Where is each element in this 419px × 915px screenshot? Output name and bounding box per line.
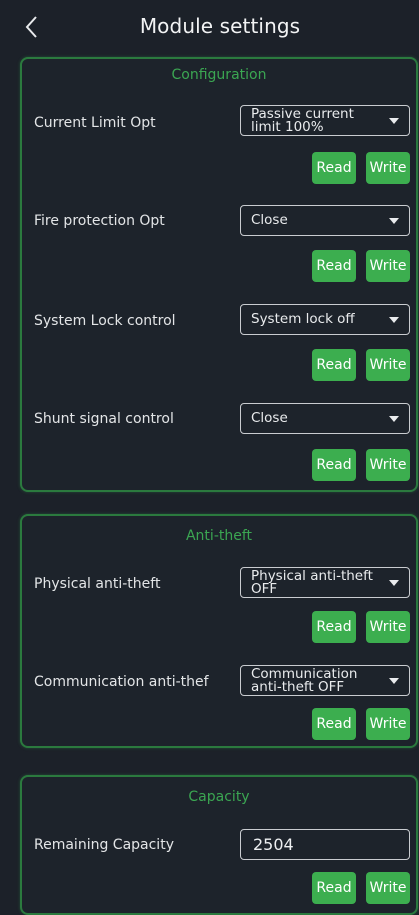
page-title: Module settings	[139, 14, 301, 38]
communication-anti-theft-value: Communication anti-theft OFF	[251, 666, 358, 695]
section-title-configuration: Configuration	[171, 67, 267, 83]
remaining-capacity-label: Remaining Capacity	[34, 837, 174, 853]
system-lock-control-select[interactable]: System lock off	[240, 304, 410, 335]
caret-down-icon	[389, 118, 399, 124]
remaining-capacity-read-button[interactable]: Read	[312, 872, 356, 904]
physical-anti-theft-value: Physical anti-theft OFF	[251, 568, 373, 597]
capacity-card: Capacity Remaining Capacity 2504 Read Wr…	[20, 775, 418, 915]
configuration-card: Configuration Current Limit Opt Passive …	[20, 57, 418, 492]
current-limit-opt-read-button[interactable]: Read	[312, 152, 356, 184]
physical-anti-theft-read-button[interactable]: Read	[312, 611, 356, 643]
caret-down-icon	[389, 218, 399, 224]
fire-protection-opt-label: Fire protection Opt	[34, 213, 165, 229]
shunt-signal-control-value: Close	[251, 410, 288, 426]
communication-anti-theft-read-button[interactable]: Read	[312, 708, 356, 740]
communication-anti-theft-write-button[interactable]: Write	[366, 708, 410, 740]
caret-down-icon	[389, 678, 399, 684]
remaining-capacity-input[interactable]: 2504	[240, 829, 410, 860]
current-limit-opt-write-button[interactable]: Write	[366, 152, 410, 184]
section-title-capacity: Capacity	[188, 789, 250, 805]
fire-protection-opt-read-button[interactable]: Read	[312, 250, 356, 282]
system-lock-control-write-button[interactable]: Write	[366, 349, 410, 381]
fire-protection-opt-value: Close	[251, 212, 288, 228]
caret-down-icon	[389, 317, 399, 323]
system-lock-control-value: System lock off	[251, 311, 355, 327]
shunt-signal-control-read-button[interactable]: Read	[312, 449, 356, 481]
current-limit-opt-value: Passive current limit 100%	[251, 106, 354, 135]
remaining-capacity-write-button[interactable]: Write	[366, 872, 410, 904]
current-limit-opt-label: Current Limit Opt	[34, 115, 156, 131]
shunt-signal-control-select[interactable]: Close	[240, 403, 410, 434]
caret-down-icon	[389, 416, 399, 422]
shunt-signal-control-label: Shunt signal control	[34, 411, 174, 427]
header: Module settings	[0, 0, 419, 52]
communication-anti-theft-label: Communication anti-thef	[34, 674, 209, 690]
anti-theft-card: Anti-theft Physical anti-theft Physical …	[20, 514, 418, 748]
remaining-capacity-value: 2504	[253, 835, 294, 854]
system-lock-control-label: System Lock control	[34, 313, 176, 329]
current-limit-opt-select[interactable]: Passive current limit 100%	[240, 105, 410, 136]
physical-anti-theft-write-button[interactable]: Write	[366, 611, 410, 643]
section-title-anti-theft: Anti-theft	[185, 528, 253, 544]
system-lock-control-read-button[interactable]: Read	[312, 349, 356, 381]
shunt-signal-control-write-button[interactable]: Write	[366, 449, 410, 481]
caret-down-icon	[389, 580, 399, 586]
physical-anti-theft-label: Physical anti-theft	[34, 576, 161, 592]
physical-anti-theft-select[interactable]: Physical anti-theft OFF	[240, 567, 410, 598]
fire-protection-opt-select[interactable]: Close	[240, 205, 410, 236]
communication-anti-theft-select[interactable]: Communication anti-theft OFF	[240, 665, 410, 696]
fire-protection-opt-write-button[interactable]: Write	[366, 250, 410, 282]
